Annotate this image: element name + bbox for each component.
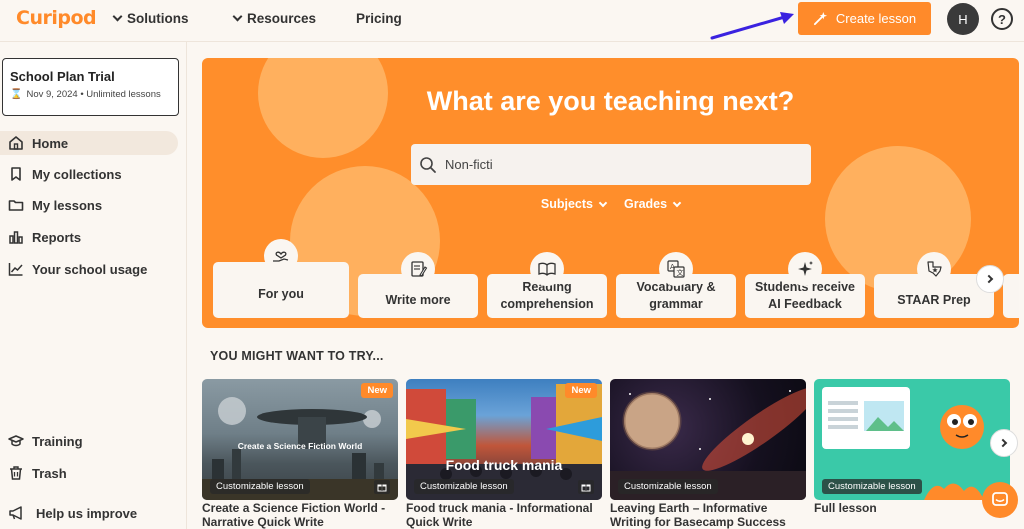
sidebar-item-collections[interactable]: My collections xyxy=(0,162,178,186)
lesson-card-food-truck[interactable]: Food truck mania New Customizable lesson xyxy=(406,379,602,500)
hourglass-icon: ⌛ xyxy=(10,89,23,100)
heart-hand-icon xyxy=(264,239,298,273)
sidebar: School Plan Trial ⌛ Nov 9, 2024 • Unlimi… xyxy=(0,42,187,529)
section-title: YOU MIGHT WANT TO TRY... xyxy=(210,349,384,363)
line-chart-icon xyxy=(8,263,23,276)
categories-next-button[interactable] xyxy=(976,265,1004,293)
search-input[interactable] xyxy=(445,157,785,172)
avatar[interactable]: H xyxy=(947,3,979,35)
lesson-overlay-text: Create a Science Fiction World xyxy=(237,441,363,451)
grades-filter-label: Grades xyxy=(624,197,668,211)
chat-support-button[interactable] xyxy=(982,482,1018,518)
hero-title: What are you teaching next? xyxy=(426,86,795,116)
filter-row: Subjects Grades xyxy=(202,197,1019,211)
customizable-badge: Customizable lesson xyxy=(210,479,310,494)
customizable-badge: Customizable lesson xyxy=(822,479,922,494)
sidebar-item-label: Reports xyxy=(32,229,82,245)
grades-filter[interactable]: Grades xyxy=(624,197,682,211)
translate-icon: A文 xyxy=(659,252,693,286)
chevron-down-icon xyxy=(232,11,243,22)
chevron-right-icon xyxy=(998,438,1007,448)
magic-wand-icon xyxy=(813,11,827,26)
category-label: STAAR Prep xyxy=(897,292,971,307)
chevron-down-icon xyxy=(598,198,608,207)
home-icon xyxy=(9,136,23,150)
megaphone-icon xyxy=(9,506,22,520)
sidebar-item-trash[interactable]: Trash xyxy=(0,461,178,485)
lesson-overlay-text: Food truck mania xyxy=(445,457,563,473)
lesson-caption[interactable]: Create a Science Fiction World - Narrati… xyxy=(202,501,402,529)
sidebar-item-label: Training xyxy=(32,433,83,449)
help-icon[interactable]: ? xyxy=(991,8,1013,30)
sidebar-item-label: My collections xyxy=(32,166,122,182)
sidebar-item-training[interactable]: Training xyxy=(0,429,178,453)
graduation-cap-icon xyxy=(8,435,24,447)
sidebar-item-label: My lessons xyxy=(32,197,103,213)
svg-text:文: 文 xyxy=(677,268,684,277)
chevron-right-icon xyxy=(984,274,993,284)
sidebar-item-label: Your school usage xyxy=(32,261,148,277)
chevron-down-icon xyxy=(112,11,123,22)
nav-pricing[interactable]: Pricing xyxy=(356,11,402,26)
nav-solutions[interactable]: Solutions xyxy=(112,11,189,26)
plan-title: School Plan Trial xyxy=(10,69,115,84)
bar-chart-icon xyxy=(9,231,23,244)
category-label: Write more xyxy=(385,292,451,307)
lesson-search[interactable] xyxy=(411,144,811,185)
chat-icon xyxy=(992,492,1008,506)
folder-icon xyxy=(8,200,24,211)
sparkles-icon xyxy=(788,252,822,286)
gift-icon xyxy=(374,480,390,494)
nav-solutions-label: Solutions xyxy=(127,11,189,26)
plan-subtitle: ⌛ Nov 9, 2024 • Unlimited lessons xyxy=(10,89,171,100)
plan-subtitle-text: Nov 9, 2024 • Unlimited lessons xyxy=(26,89,161,100)
lesson-card-full-lesson[interactable]: Customizable lesson xyxy=(814,379,1010,500)
sidebar-item-label: Trash xyxy=(32,465,67,481)
customizable-badge: Customizable lesson xyxy=(414,479,514,494)
category-label: For you xyxy=(258,286,304,301)
sidebar-item-help-improve[interactable]: Help us improve xyxy=(0,501,178,525)
top-bar: Curipod Solutions Resources Pricing Crea… xyxy=(0,0,1024,42)
category-card-partial[interactable] xyxy=(1003,274,1019,318)
chevron-down-icon xyxy=(672,198,682,207)
subjects-filter-label: Subjects xyxy=(540,197,593,211)
pencil-paper-icon xyxy=(401,252,435,286)
sidebar-item-lessons[interactable]: My lessons xyxy=(0,193,178,217)
nav-pricing-label: Pricing xyxy=(356,11,402,26)
lesson-card-leaving-earth[interactable]: Customizable lesson xyxy=(610,379,806,500)
sidebar-item-reports[interactable]: Reports xyxy=(0,225,178,249)
create-lesson-label: Create lesson xyxy=(835,11,917,26)
curipod-logo[interactable]: Curipod xyxy=(16,7,97,29)
bookmark-icon xyxy=(11,167,21,181)
trash-icon xyxy=(10,466,22,480)
gift-icon xyxy=(578,480,594,494)
lesson-caption[interactable]: Leaving Earth – Informative Writing for … xyxy=(610,501,810,529)
sidebar-item-label: Help us improve xyxy=(36,505,138,521)
search-icon xyxy=(420,156,436,173)
subjects-filter[interactable]: Subjects xyxy=(540,197,608,211)
svg-text:A: A xyxy=(670,263,675,271)
new-badge: New xyxy=(361,383,393,398)
book-icon xyxy=(530,252,564,286)
lesson-card-scifi[interactable]: Create a Science Fiction World New Custo… xyxy=(202,379,398,500)
customizable-badge: Customizable lesson xyxy=(618,479,718,494)
nav-resources-label: Resources xyxy=(247,11,317,26)
plan-card[interactable]: School Plan Trial ⌛ Nov 9, 2024 • Unlimi… xyxy=(2,58,179,116)
lessons-next-button[interactable] xyxy=(990,429,1018,457)
texas-star-icon xyxy=(917,252,951,286)
arrow-annotation-icon xyxy=(710,12,794,40)
create-lesson-button[interactable]: Create lesson xyxy=(798,2,931,35)
sidebar-item-school-usage[interactable]: Your school usage xyxy=(0,257,178,281)
hero-banner: What are you teaching next? Subjects Gra… xyxy=(202,58,1019,328)
new-badge: New xyxy=(565,383,597,398)
sidebar-item-label: Home xyxy=(32,135,69,151)
lesson-caption[interactable]: Food truck mania - Informational Quick W… xyxy=(406,501,606,529)
sidebar-item-home[interactable]: Home xyxy=(0,131,178,155)
nav-resources[interactable]: Resources xyxy=(232,11,317,26)
